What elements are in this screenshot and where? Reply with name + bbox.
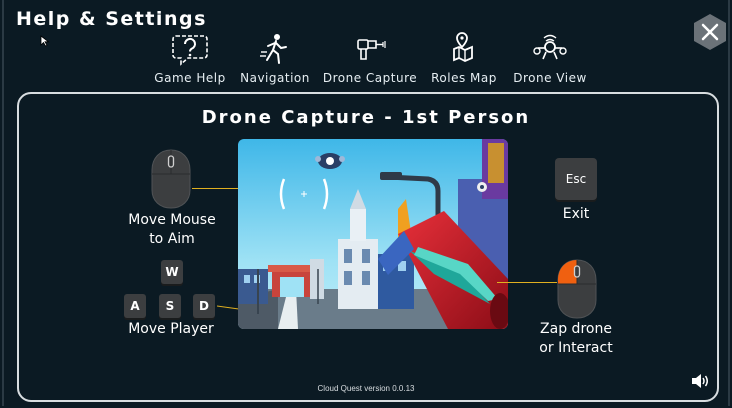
zap-label: Zap drone or Interact [530,320,622,358]
zap-label-line2: or Interact [539,340,613,356]
aim-label-line2: to Aim [149,231,195,247]
version-text: Cloud Quest version 0.0.13 [317,384,415,393]
nav-roles-map[interactable]: Roles Map [414,32,514,85]
nav-drone-view[interactable]: Drone View [500,32,600,85]
drone-icon [533,34,567,60]
zapper-gun-icon [357,39,386,60]
key-d: D [193,294,215,318]
panel-title: Drone Capture - 1st Person [201,107,531,128]
key-w: W [161,260,183,284]
question-bubble-icon [172,35,208,66]
move-label: Move Player [128,321,214,337]
exit-label: Exit [562,206,590,222]
zap-connector-line [497,282,557,283]
key-s: S [159,294,181,318]
mouse-icon [151,149,191,209]
help-nav: Game Help Navigation Drone Capture Roles… [0,32,732,92]
sound-toggle-button[interactable] [690,373,710,389]
nav-label: Drone Capture [322,71,418,85]
nav-navigation[interactable]: Navigation [225,32,325,85]
aim-label: Move Mouse to Aim [118,211,226,249]
aim-label-line1: Move Mouse [128,212,216,228]
nav-label: Game Help [154,71,226,85]
game-scene-image [238,139,508,329]
esc-key: Esc [555,158,597,200]
page-title: Help & Settings [16,8,207,30]
nav-drone-capture[interactable]: Drone Capture [320,32,420,85]
zap-label-line1: Zap drone [540,321,612,337]
walking-person-icon [260,34,287,64]
nav-label: Drone View [513,71,587,85]
key-a: A [124,294,146,318]
map-pin-icon [453,32,473,62]
mouse-left-click-icon [557,259,597,319]
speaker-icon [692,374,708,388]
nav-label: Navigation [240,71,310,85]
nav-label: Roles Map [431,71,497,85]
